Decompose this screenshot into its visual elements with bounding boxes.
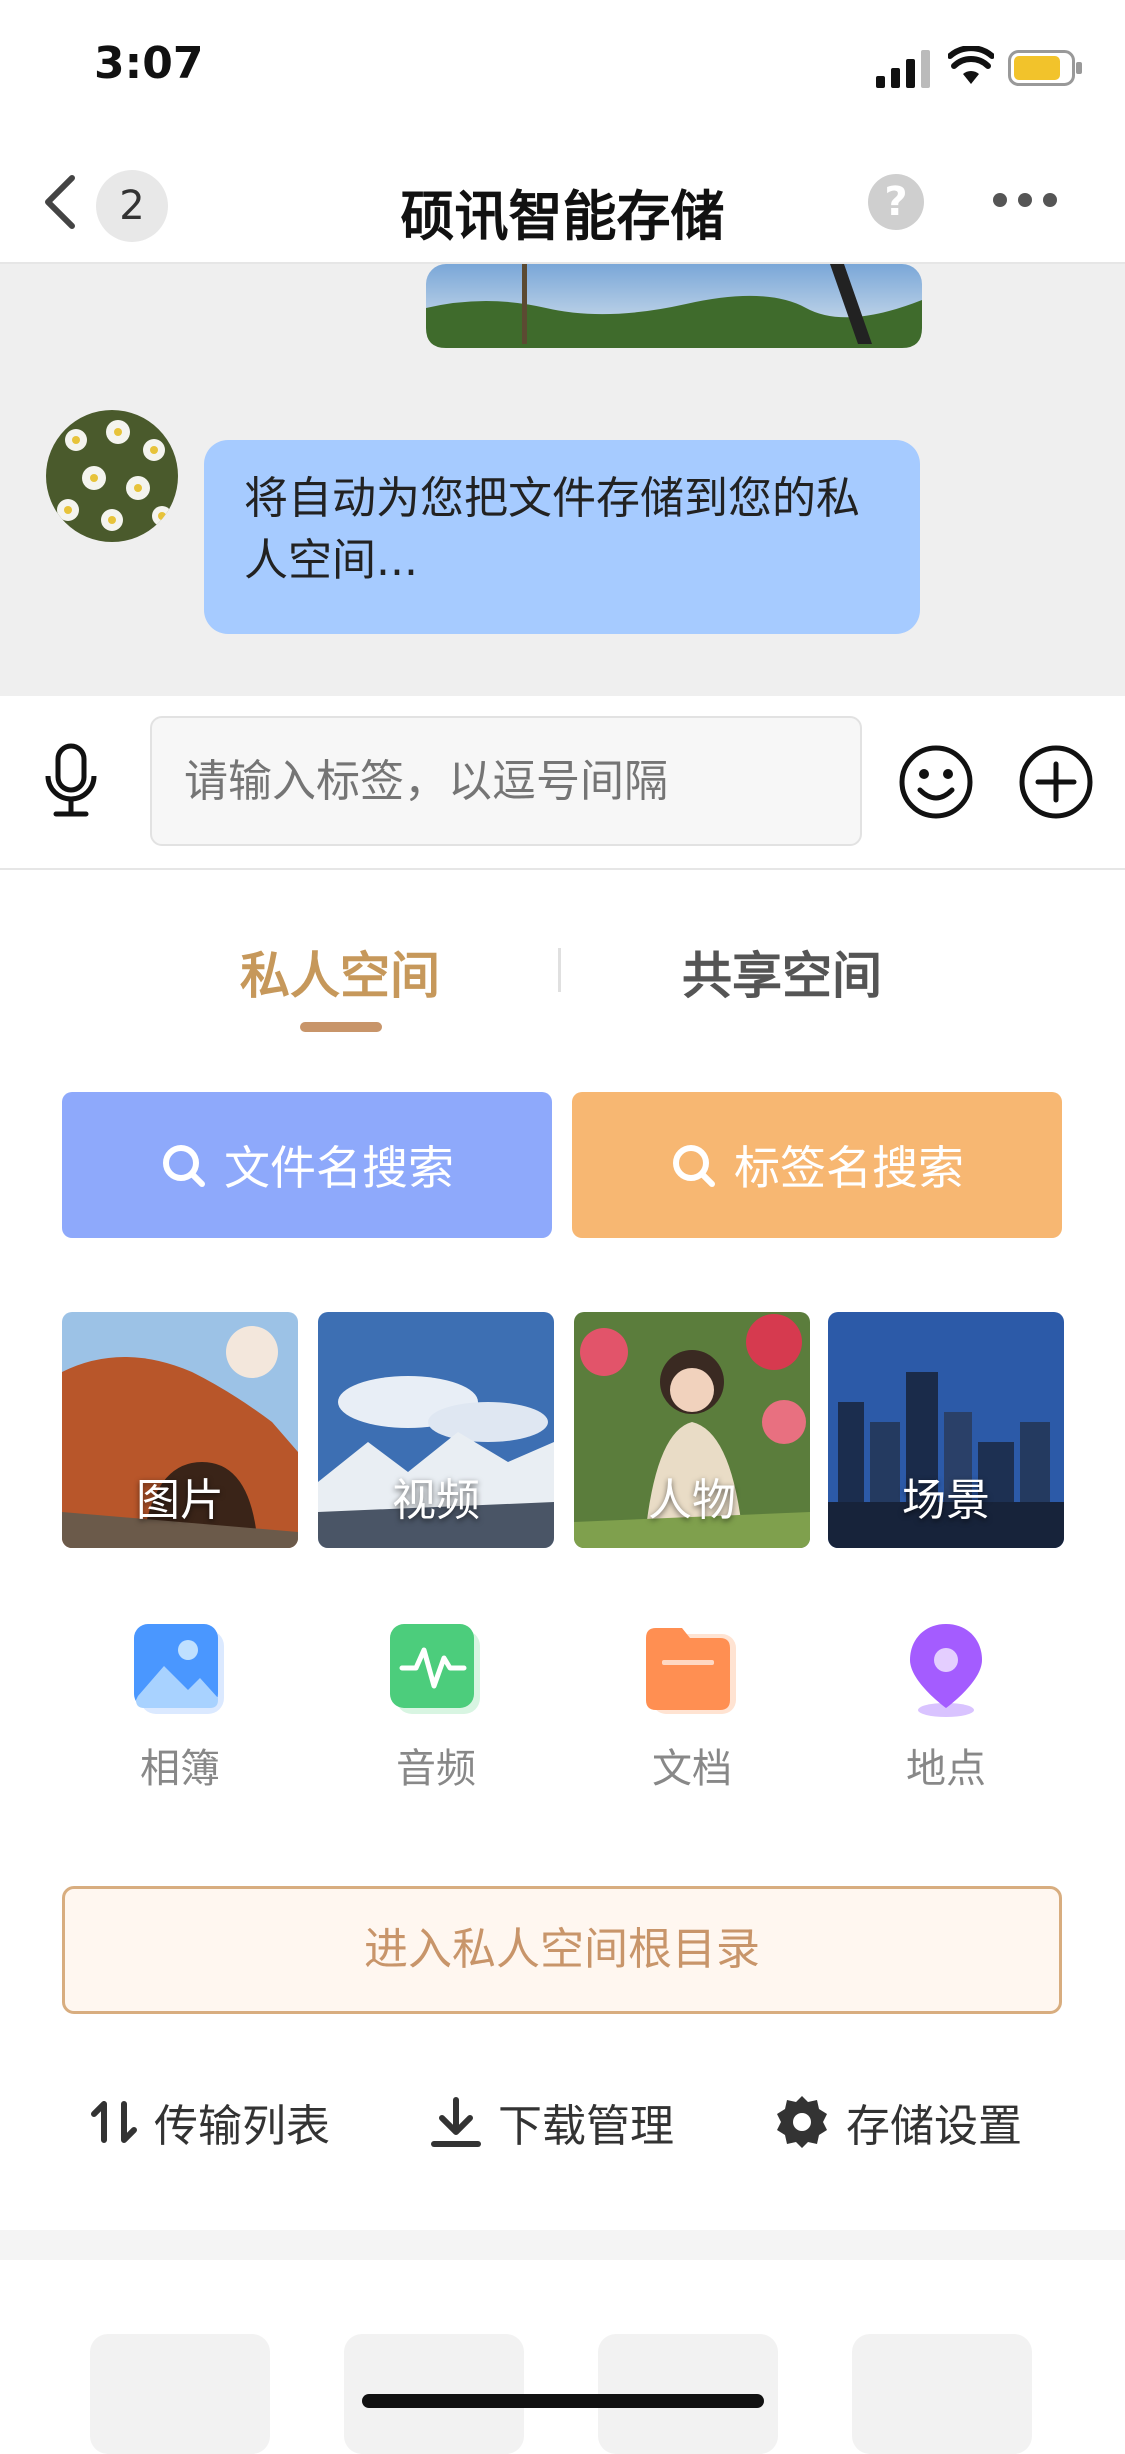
tile-scenes-label: 场景 (902, 1475, 990, 1526)
category-places[interactable]: 地点 (828, 1620, 1064, 1794)
microphone-icon[interactable] (42, 742, 100, 822)
input-bar (0, 696, 1125, 870)
more-icon[interactable] (990, 190, 1060, 210)
category-documents-label: 文档 (652, 1746, 732, 1792)
transfer-list-label: 传输列表 (154, 2101, 330, 2152)
home-indicator (362, 2394, 764, 2408)
category-albums[interactable]: 相簿 (62, 1620, 298, 1794)
section-separator (0, 2230, 1125, 2260)
download-manager-button[interactable]: 下载管理 (428, 2090, 674, 2154)
tag-name-search-label: 标签名搜索 (734, 1141, 964, 1195)
download-manager-label: 下载管理 (498, 2101, 674, 2152)
tile-pictures-label: 图片 (136, 1475, 224, 1526)
active-tab-indicator (300, 1022, 382, 1032)
chat-area[interactable]: 将自动为您把文件存储到您的私人空间... (0, 264, 1125, 696)
tag-name-search-button[interactable]: 标签名搜索 (572, 1092, 1062, 1238)
search-icon (673, 1145, 715, 1187)
shortcut-card[interactable] (852, 2334, 1032, 2454)
category-albums-label: 相簿 (140, 1746, 220, 1792)
audio-icon (390, 1624, 480, 1714)
category-audio-label: 音频 (396, 1746, 476, 1792)
tag-input[interactable] (150, 716, 862, 846)
gear-icon (777, 2096, 827, 2148)
category-places-label: 地点 (906, 1746, 986, 1792)
storage-settings-label: 存储设置 (846, 2101, 1022, 2152)
category-documents[interactable]: 文档 (574, 1620, 810, 1794)
enter-private-root-button[interactable]: 进入私人空间根目录 (62, 1886, 1062, 2014)
download-icon (431, 2097, 481, 2147)
chat-bubble[interactable]: 将自动为您把文件存储到您的私人空间... (204, 440, 920, 634)
shortcut-card[interactable] (90, 2334, 270, 2454)
tab-divider (558, 948, 561, 992)
transfer-list-button[interactable]: 传输列表 (88, 2090, 330, 2154)
tile-scenes[interactable]: 场景 (828, 1312, 1064, 1548)
search-icon (163, 1145, 205, 1187)
chat-message-text: 将自动为您把文件存储到您的私人空间... (244, 473, 860, 586)
category-audio[interactable]: 音频 (318, 1620, 554, 1794)
nav-bar: 2 硕讯智能存储 ? (0, 140, 1125, 264)
emoji-icon[interactable] (898, 744, 974, 820)
battery-icon (1008, 50, 1082, 86)
folder-icon (646, 1628, 736, 1714)
page-title: 硕讯智能存储 (400, 185, 725, 248)
transfer-icon (91, 2101, 137, 2143)
tile-pictures[interactable]: 图片 (62, 1312, 298, 1548)
tile-people[interactable]: 人物 (574, 1312, 810, 1548)
tab-shared-space[interactable]: 共享空间 (682, 936, 882, 1008)
file-name-search-label: 文件名搜索 (224, 1141, 454, 1195)
tile-videos[interactable]: 视频 (318, 1312, 554, 1548)
location-pin-icon (910, 1624, 982, 1717)
file-name-search-button[interactable]: 文件名搜索 (62, 1092, 552, 1238)
help-icon[interactable]: ? (868, 174, 924, 230)
image-message-thumbnail[interactable] (426, 264, 922, 348)
tile-people-label: 人物 (648, 1475, 736, 1526)
status-time: 3:07 (94, 38, 204, 89)
bot-avatar[interactable] (46, 410, 178, 542)
cellular-signal-icon (876, 50, 930, 88)
wifi-icon (948, 46, 994, 84)
album-icon (134, 1624, 224, 1714)
tab-private-space[interactable]: 私人空间 (240, 936, 440, 1008)
add-icon[interactable] (1018, 744, 1094, 820)
storage-settings-button[interactable]: 存储设置 (772, 2090, 1022, 2154)
tile-videos-label: 视频 (392, 1475, 480, 1526)
